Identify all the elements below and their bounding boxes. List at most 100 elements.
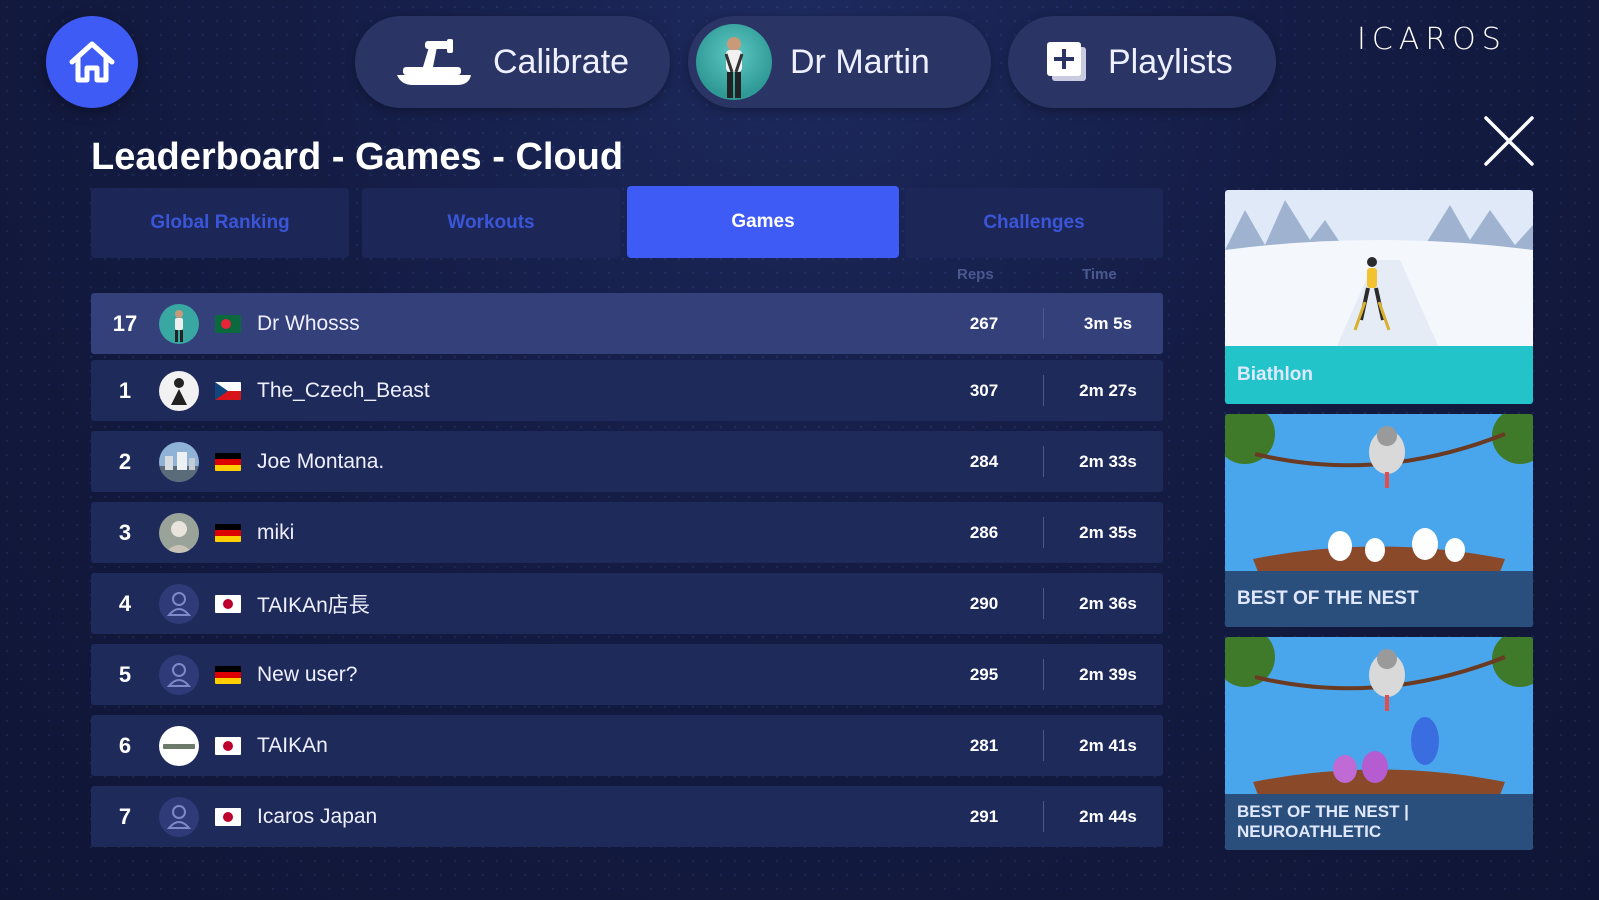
close-icon [1484, 116, 1534, 166]
time-value: 3m 5s [1083, 313, 1133, 333]
column-divider [1043, 517, 1044, 548]
reps-value: 307 [969, 380, 999, 400]
user-avatar [159, 796, 199, 837]
player-name: TAIKAn店長 [257, 593, 370, 617]
game-title: BEST OF THE NEST | NEUROATHLETIC [1225, 794, 1533, 850]
player-name: Icaros Japan [257, 804, 378, 828]
close-button[interactable] [1483, 115, 1535, 167]
time-value: 2m 44s [1079, 806, 1137, 826]
home-button[interactable] [46, 16, 138, 108]
column-divider [1043, 308, 1044, 339]
player-name: miki [257, 520, 295, 544]
default-user-icon [166, 591, 192, 616]
user-avatar [159, 654, 199, 695]
leaderboard-row[interactable]: 2 Joe Montana. 284 2m 33s [91, 431, 1163, 492]
rank: 5 [118, 661, 132, 687]
reps-value: 267 [969, 313, 999, 333]
user-photo-icon [175, 309, 183, 342]
rank: 3 [118, 519, 132, 545]
tab-global-ranking[interactable]: Global Ranking [91, 188, 349, 258]
playlists-button[interactable]: Playlists [1008, 16, 1276, 108]
leaderboard-row[interactable]: 6 TAIKAn 281 2m 41s [91, 715, 1163, 776]
leaderboard-row[interactable]: 3 miki 286 2m 35s [91, 502, 1163, 563]
rank: 17 [112, 310, 138, 336]
user-photo-icon [165, 520, 193, 553]
tab-workouts[interactable]: Workouts [362, 188, 620, 258]
column-header-time: Time [1082, 266, 1117, 283]
user-photo-icon [171, 377, 187, 405]
column-divider [1043, 730, 1044, 761]
leaderboard-row-current-user[interactable]: 17 Dr Whosss 267 3m 5s [91, 293, 1163, 354]
calibrate-button[interactable]: Calibrate [355, 16, 670, 108]
user-logo-icon [163, 743, 195, 749]
reps-value: 295 [969, 664, 999, 684]
rank: 6 [118, 732, 132, 758]
default-user-icon [166, 804, 192, 829]
flag-japan-icon [215, 736, 241, 755]
reps-value: 286 [969, 522, 999, 542]
reps-value: 284 [969, 451, 999, 471]
reps-value: 281 [969, 735, 999, 755]
profile-button[interactable]: Dr Martin [688, 16, 991, 108]
game-title: BEST OF THE NEST [1225, 571, 1533, 627]
user-photo-icon [159, 451, 199, 482]
user-avatar [159, 725, 199, 766]
player-name: New user? [257, 662, 358, 686]
flag-germany-icon [215, 665, 241, 684]
rank: 1 [118, 377, 132, 403]
leaderboard-row[interactable]: 5 New user? 295 2m 39s [91, 644, 1163, 705]
column-divider [1043, 446, 1044, 477]
profile-name: Dr Martin [790, 42, 930, 81]
column-divider [1043, 375, 1044, 406]
flag-czech-icon [215, 381, 241, 400]
player-name: Joe Montana. [257, 449, 385, 473]
rank: 7 [118, 803, 132, 829]
game-card-best-of-the-nest-neuroathletic[interactable]: BEST OF THE NEST | NEUROATHLETIC [1225, 637, 1533, 850]
flag-bangladesh-icon [215, 314, 241, 333]
column-divider [1043, 588, 1044, 619]
time-value: 2m 35s [1079, 522, 1137, 542]
game-card-best-of-the-nest[interactable]: BEST OF THE NEST [1225, 414, 1533, 627]
default-user-icon [166, 662, 192, 687]
icaros-logo: ICAROS [1357, 22, 1507, 57]
user-avatar [159, 512, 199, 553]
flag-germany-icon [215, 523, 241, 542]
column-header-reps: Reps [957, 266, 994, 283]
tab-games[interactable]: Games [627, 186, 899, 258]
playlists-label: Playlists [1108, 42, 1233, 81]
tab-challenges[interactable]: Challenges [905, 188, 1163, 258]
calibrate-label: Calibrate [493, 42, 630, 81]
time-value: 2m 39s [1079, 664, 1137, 684]
user-avatar [159, 441, 199, 482]
game-title: Biathlon [1225, 346, 1533, 404]
time-value: 2m 33s [1079, 451, 1137, 471]
leaderboard-row[interactable]: 7 Icaros Japan 291 2m 44s [91, 786, 1163, 847]
player-name: The_Czech_Beast [257, 378, 430, 402]
home-icon [69, 41, 115, 83]
reps-value: 291 [969, 806, 999, 826]
game-card-biathlon[interactable]: Biathlon [1225, 190, 1533, 404]
rank: 2 [118, 448, 132, 474]
leaderboard-row[interactable]: 1 The_Czech_Beast 307 2m 27s [91, 360, 1163, 421]
column-divider [1043, 659, 1044, 690]
user-avatar [159, 583, 199, 624]
time-value: 2m 41s [1079, 735, 1137, 755]
flag-japan-icon [215, 807, 241, 826]
reps-value: 290 [969, 593, 999, 613]
leaderboard-row[interactable]: 4 TAIKAn店長 290 2m 36s [91, 573, 1163, 634]
user-avatar [159, 303, 199, 344]
flag-germany-icon [215, 452, 241, 471]
add-playlist-icon [1047, 42, 1086, 81]
player-name: Dr Whosss [257, 311, 360, 335]
leaderboard-tabs: Global Ranking Workouts Games Challenges [91, 186, 1163, 258]
column-divider [1043, 801, 1044, 832]
profile-avatar [696, 24, 772, 100]
player-name: TAIKAn [257, 733, 328, 757]
page-title: Leaderboard - Games - Cloud [91, 136, 624, 178]
user-avatar [159, 370, 199, 411]
time-value: 2m 36s [1079, 593, 1137, 613]
profile-photo-icon [724, 37, 744, 98]
calibrate-device-icon [397, 39, 471, 85]
flag-japan-icon [215, 594, 241, 613]
rank: 4 [118, 590, 132, 616]
